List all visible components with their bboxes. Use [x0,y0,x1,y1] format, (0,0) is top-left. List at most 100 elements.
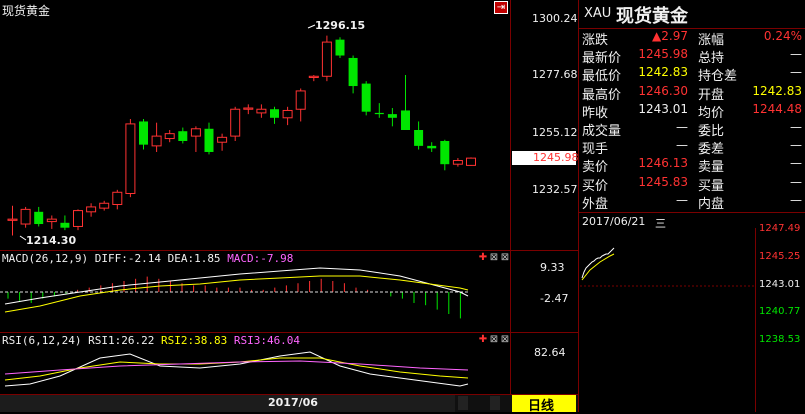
quote-label: 涨幅 [698,33,725,48]
quote-value: ▲2.97 [652,29,688,43]
main-right-border [510,0,511,412]
scroll-right-button[interactable] [490,396,500,410]
candle [414,121,424,150]
candle [452,158,463,167]
intraday-date: 2017/06/21 [582,215,646,228]
candle [230,106,241,141]
intraday-axis-tick: 1240.77 [759,306,801,317]
candle [308,75,319,82]
candle [335,37,345,58]
price-axis-tick: 1277.68 [532,68,578,81]
quote-label: 买量 [698,178,725,194]
price-axis-tick: 1300.24 [532,12,578,25]
candle [20,206,31,228]
candle [99,200,110,211]
candle [112,189,123,210]
candle [427,142,437,152]
quote-value: 1242.83 [752,83,802,98]
candle [270,106,279,124]
rsi-add-icon[interactable]: ✚ [478,335,488,345]
candle [440,139,450,171]
scroll-left-button[interactable] [458,396,468,410]
scroll-track[interactable] [0,395,455,412]
quote-name: 现货黄金 [616,6,688,27]
intraday-axis-tick: 1245.25 [759,251,801,262]
quote-label: 卖量 [698,160,725,176]
macd-add-icon[interactable]: ✚ [478,253,488,263]
quote-label: 总持 [698,51,725,67]
candle [178,127,188,144]
quote-value: 0.24% [763,29,802,43]
rsi-chart [4,351,469,387]
quote-label: 均价 [698,105,725,121]
quote-value: 1242.83 [638,65,688,80]
candle [348,55,358,94]
candle [125,119,136,198]
axis-right-border [578,0,579,412]
candle [190,126,201,152]
candle [361,81,371,116]
macd-tick-0: 9.33 [540,261,565,274]
candle [321,35,332,82]
candle [73,209,83,231]
quote-value: — [790,65,802,80]
quote-label: 内盘 [698,196,725,212]
date-label: 2017/06 [268,396,318,409]
quote-value: — [676,192,688,207]
quote-label: 持仓差 [698,69,738,85]
quote-intraday-divider [578,212,805,213]
high-label: 1296.15 [315,19,366,32]
quote-label: 开盘 [698,87,725,103]
candle [151,122,162,152]
quote-label: 委差 [698,142,725,158]
quote-symbol: XAU [584,6,612,21]
macd-close-icon[interactable]: ⊠ [500,253,510,263]
period-button-label: 日线 [528,399,555,414]
quote-value: 1244.48 [752,101,802,116]
quote-value: 1246.13 [638,156,688,171]
rsi-tick-0: 82.64 [534,346,566,359]
quote-value: — [676,120,688,134]
candle [295,88,306,122]
candle [217,133,228,151]
candle [204,122,214,155]
candle [256,104,267,118]
intraday-axis-tick: 1247.49 [759,223,801,234]
price-axis-tick: 1232.57 [532,183,578,196]
quote-value: — [790,47,802,62]
intraday-axis-tick: 1238.53 [759,334,801,345]
low-label: 1214.30 [26,234,77,247]
quote-value: — [790,192,802,207]
candle [374,103,384,118]
quote-value: — [790,120,802,134]
candle [34,206,44,227]
candle [60,215,70,231]
candle [282,106,293,126]
price-axis-tick: 1255.12 [532,126,578,139]
main-bottom-border [0,250,578,251]
candle [86,203,97,217]
candle [139,119,148,150]
intraday-axis-tick: 1243.01 [759,279,801,290]
quote-value: — [790,156,802,171]
candle [243,104,254,115]
quote-value: — [790,174,802,189]
quote-value: — [790,138,802,153]
candle [7,205,18,236]
macd-tick-1: -2.47 [540,292,569,305]
maximize-icon[interactable]: ⇥ [494,1,508,14]
intraday-chart [580,247,755,287]
macd-settings-icon[interactable]: ⊠ [489,253,499,263]
quote-value: 1245.83 [638,174,688,189]
candle [46,215,57,229]
quote-value: — [676,138,688,153]
quote-value: 1246.30 [638,83,688,98]
candle-chart [7,24,476,241]
rsi-settings-icon[interactable]: ⊠ [489,335,499,345]
candle [466,157,476,166]
last-price-text: 1245.98 [533,151,579,164]
candle [164,130,175,143]
rsi-close-icon[interactable]: ⊠ [500,335,510,345]
macd-chart [0,267,470,319]
quote-value: 1243.01 [638,101,688,116]
